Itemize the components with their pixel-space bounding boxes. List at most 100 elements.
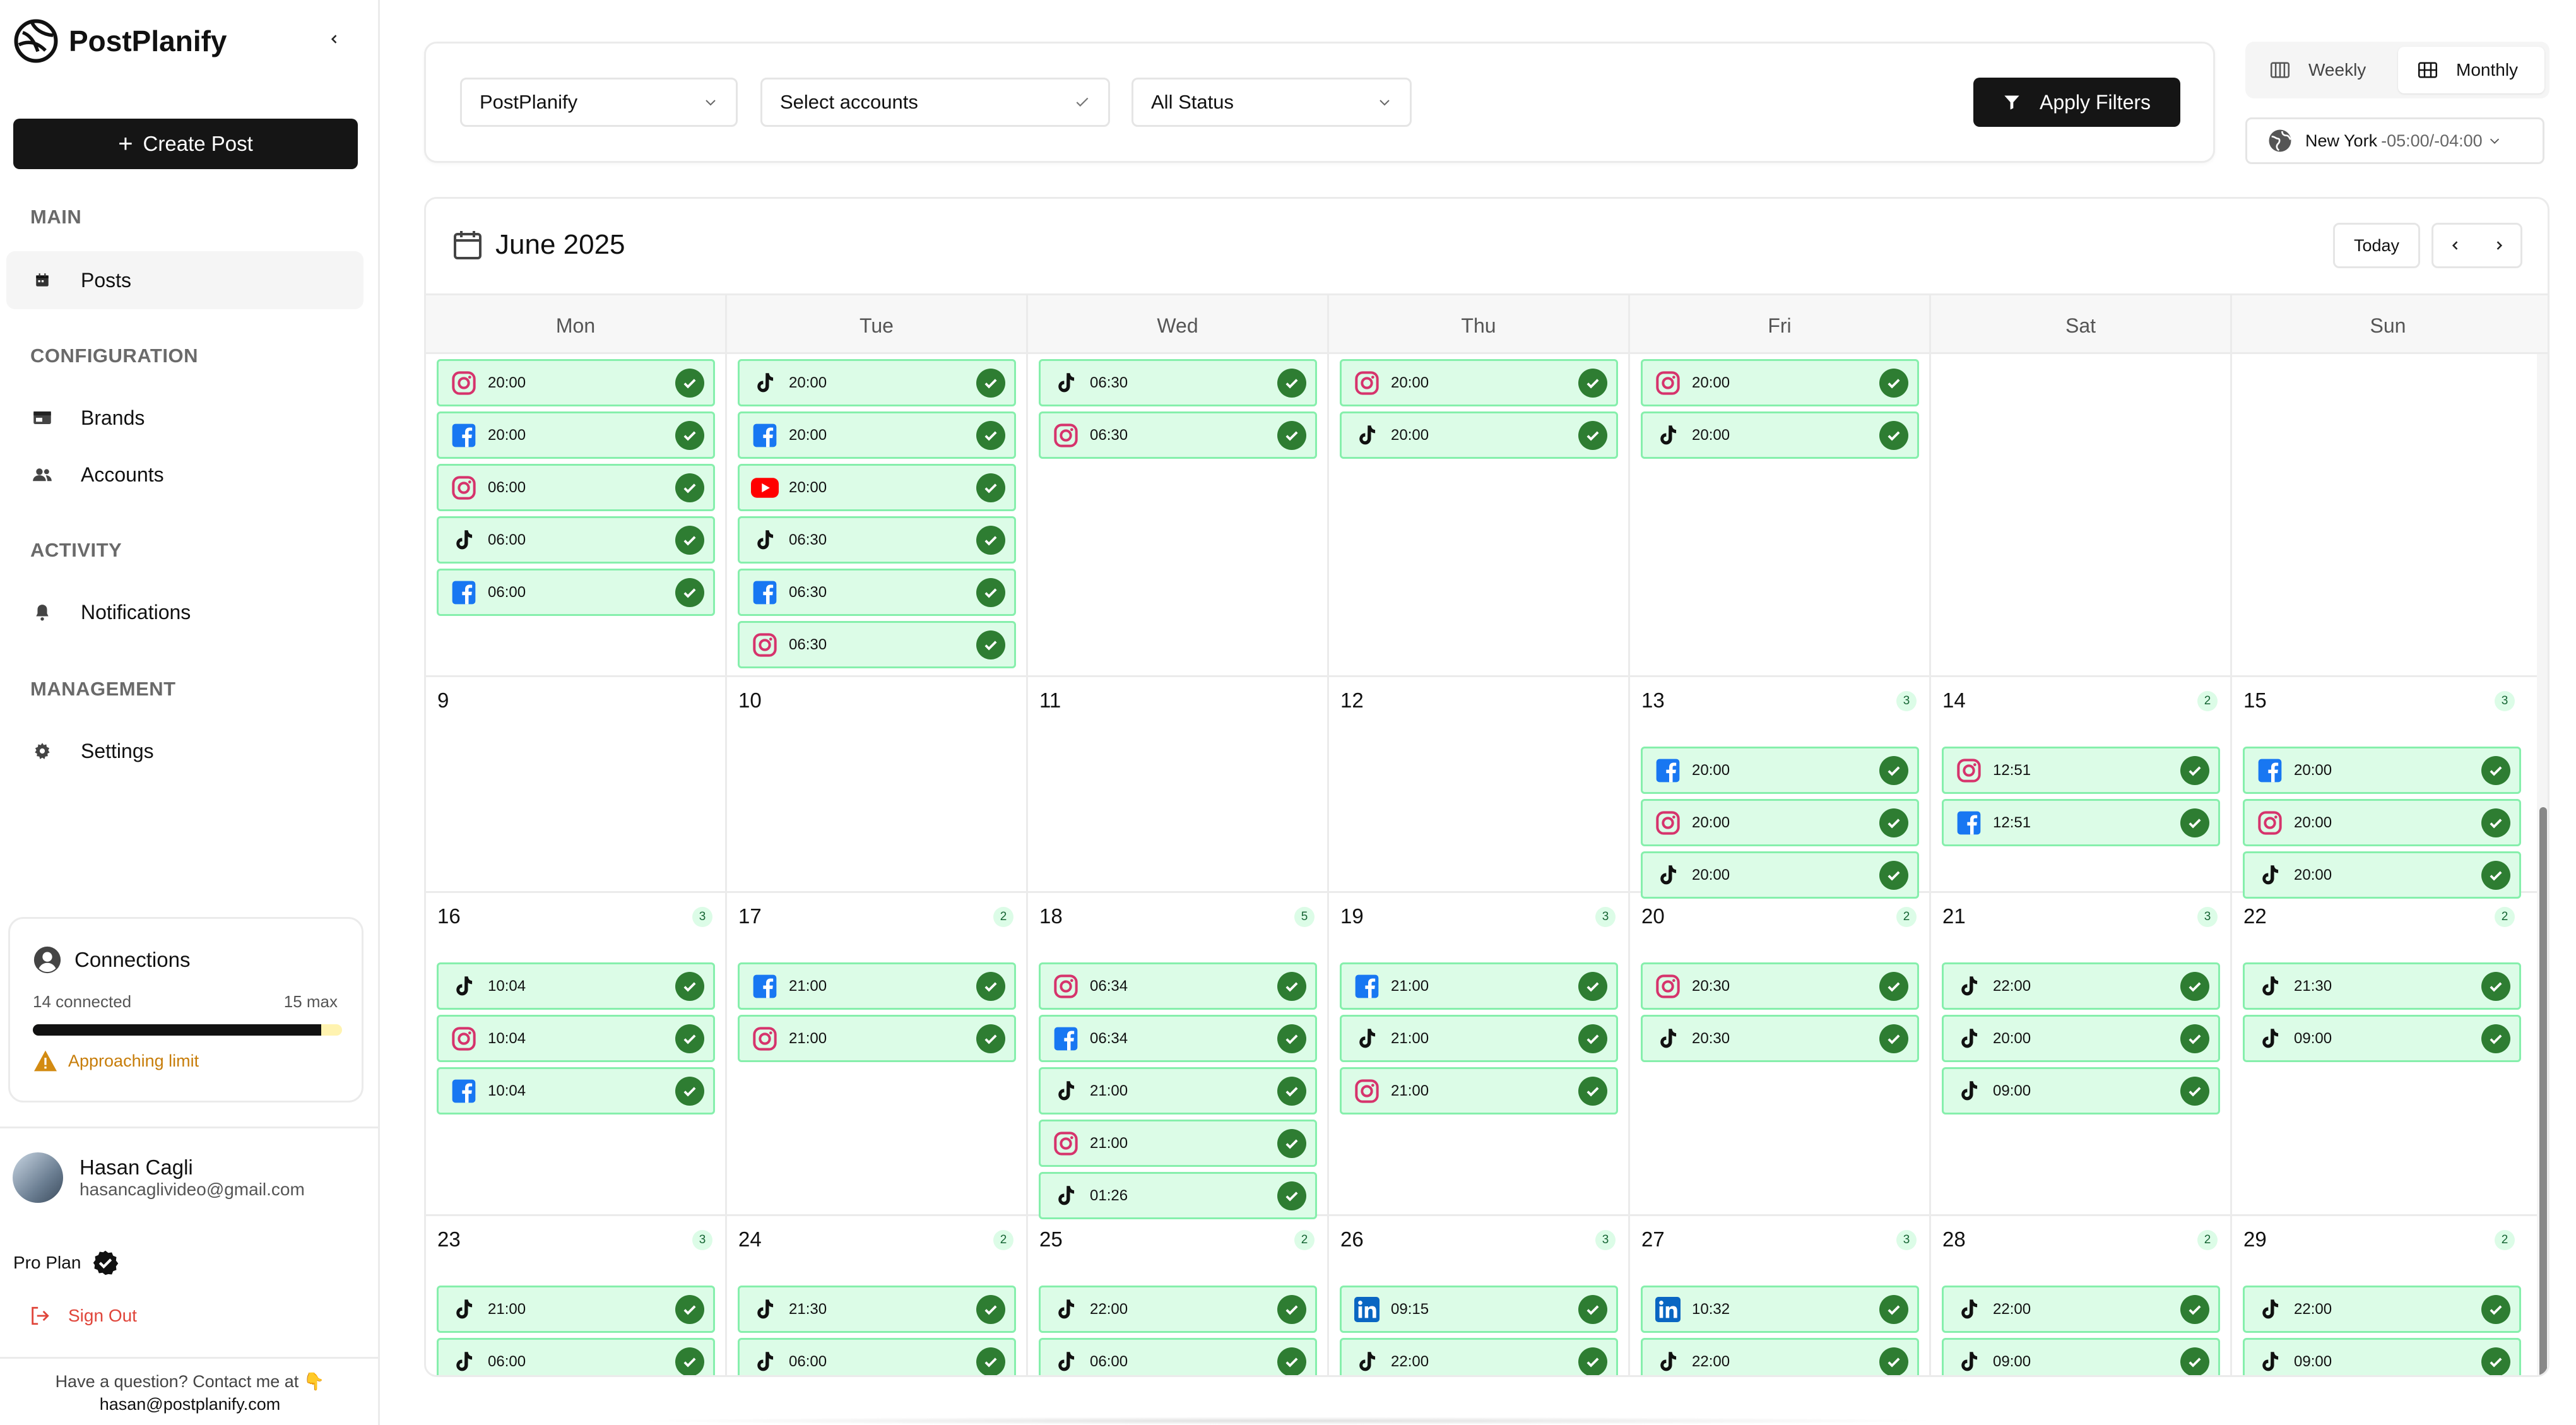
scheduled-post-tiktok[interactable]: 22:00	[1641, 1338, 1919, 1375]
calendar-day-cell[interactable]: 28 2 22:00 09:00	[1931, 1216, 2232, 1375]
help-email-link[interactable]: hasan@postplanify.com	[0, 1393, 380, 1416]
create-post-button[interactable]: + Create Post	[13, 119, 358, 169]
scheduled-post-instagram[interactable]: 20:00	[1641, 799, 1919, 846]
scheduled-post-facebook[interactable]: 06:30	[738, 569, 1016, 616]
brand-select[interactable]: PostPlanify	[460, 78, 738, 127]
scheduled-post-tiktok[interactable]: 20:00	[738, 359, 1016, 406]
calendar-day-cell[interactable]: 23 3 21:00 06:00	[426, 1216, 727, 1375]
scheduled-post-instagram[interactable]: 06:00	[437, 464, 715, 511]
timezone-select[interactable]: New York -05:00/-04:00	[2245, 117, 2544, 164]
weekly-view-button[interactable]: Weekly	[2250, 47, 2388, 93]
scheduled-post-tiktok[interactable]: 20:00	[1641, 851, 1919, 899]
scheduled-post-instagram[interactable]: 10:04	[437, 1015, 715, 1062]
scheduled-post-tiktok[interactable]: 10:04	[437, 962, 715, 1010]
calendar-day-cell[interactable]: 25 2 22:00 06:00	[1028, 1216, 1329, 1375]
scheduled-post-facebook[interactable]: 20:00	[1641, 747, 1919, 794]
scheduled-post-tiktok[interactable]: 22:00	[1942, 1286, 2220, 1333]
scheduled-post-tiktok[interactable]: 09:00	[2243, 1015, 2521, 1062]
scheduled-post-tiktok[interactable]: 21:00	[437, 1286, 715, 1333]
scheduled-post-tiktok[interactable]: 21:30	[2243, 962, 2521, 1010]
scheduled-post-tiktok[interactable]: 09:00	[2243, 1338, 2521, 1375]
scheduled-post-facebook[interactable]: 06:34	[1039, 1015, 1317, 1062]
calendar-day-cell[interactable]: 26 3 09:15 22:00	[1329, 1216, 1630, 1375]
scheduled-post-facebook[interactable]: 10:04	[437, 1067, 715, 1115]
calendar-day-cell[interactable]: 9	[426, 677, 727, 891]
calendar-day-cell[interactable]: 20 2 20:30 20:30	[1630, 893, 1931, 1214]
scheduled-post-facebook[interactable]: 12:51	[1942, 799, 2220, 846]
scheduled-post-tiktok[interactable]: 22:00	[1039, 1286, 1317, 1333]
apply-filters-button[interactable]: Apply Filters	[1973, 78, 2180, 127]
scheduled-post-instagram[interactable]: 21:00	[1340, 1067, 1618, 1115]
scrollbar-thumb[interactable]	[2539, 807, 2547, 1375]
scheduled-post-instagram[interactable]: 20:00	[1340, 359, 1618, 406]
user-profile[interactable]: Hasan Cagli hasancaglivideo@gmail.com	[13, 1152, 305, 1203]
accounts-select[interactable]: Select accounts	[760, 78, 1110, 127]
scheduled-post-instagram[interactable]: 06:30	[1039, 411, 1317, 459]
scheduled-post-tiktok[interactable]: 22:00	[1340, 1338, 1618, 1375]
calendar-day-cell[interactable]: 20:00 20:00 20:00 06:30 06:30 06:30	[727, 354, 1028, 675]
scheduled-post-tiktok[interactable]: 20:00	[1641, 411, 1919, 459]
sign-out-button[interactable]: Sign Out	[29, 1305, 137, 1327]
calendar-day-cell[interactable]: 15 3 20:00 20:00 20:00	[2232, 677, 2527, 899]
scheduled-post-tiktok[interactable]: 06:00	[437, 1338, 715, 1375]
scheduled-post-tiktok[interactable]: 09:00	[1942, 1067, 2220, 1115]
calendar-day-cell[interactable]: 20:00 20:00	[1630, 354, 1931, 675]
calendar-day-cell[interactable]	[1931, 354, 2232, 675]
scheduled-post-linkedin[interactable]: 10:32	[1641, 1286, 1919, 1333]
calendar-day-cell[interactable]: 10	[727, 677, 1028, 891]
calendar-day-cell[interactable]: 20:00 20:00	[1329, 354, 1630, 675]
calendar-scrollbar[interactable]	[2537, 354, 2548, 1375]
scheduled-post-instagram[interactable]: 20:00	[437, 359, 715, 406]
calendar-day-cell[interactable]: 06:30 06:30	[1028, 354, 1329, 675]
brand[interactable]: PostPlanify	[13, 16, 227, 66]
calendar-day-cell[interactable]: 13 3 20:00 20:00 20:00	[1630, 677, 1931, 899]
scheduled-post-youtube[interactable]: 20:00	[738, 464, 1016, 511]
scheduled-post-tiktok[interactable]: 20:00	[1942, 1015, 2220, 1062]
today-button[interactable]: Today	[2333, 223, 2420, 268]
scheduled-post-tiktok[interactable]: 21:00	[1039, 1067, 1317, 1115]
scheduled-post-instagram[interactable]: 21:00	[1039, 1120, 1317, 1167]
sidebar-item-notifications[interactable]: Notifications	[6, 583, 363, 641]
scheduled-post-instagram[interactable]: 20:00	[2243, 799, 2521, 846]
calendar-day-cell[interactable]: 14 2 12:51 12:51	[1931, 677, 2232, 891]
scheduled-post-facebook[interactable]: 20:00	[2243, 747, 2521, 794]
scheduled-post-tiktok[interactable]: 22:00	[1942, 962, 2220, 1010]
calendar-day-cell[interactable]: 18 5 06:34 06:34 21:00 21:00 01:26	[1028, 893, 1329, 1219]
calendar-day-cell[interactable]: 24 2 21:30 06:00	[727, 1216, 1028, 1375]
calendar-day-cell[interactable]: 11	[1028, 677, 1329, 891]
calendar-day-cell[interactable]: 19 3 21:00 21:00 21:00	[1329, 893, 1630, 1214]
sidebar-item-settings[interactable]: Settings	[6, 722, 363, 780]
collapse-sidebar-button[interactable]	[321, 25, 348, 53]
previous-month-button[interactable]	[2433, 225, 2477, 266]
scheduled-post-instagram[interactable]: 21:00	[738, 1015, 1016, 1062]
scheduled-post-tiktok[interactable]: 06:30	[1039, 359, 1317, 406]
next-month-button[interactable]	[2477, 225, 2520, 266]
scheduled-post-instagram[interactable]: 20:30	[1641, 962, 1919, 1010]
scheduled-post-tiktok[interactable]: 22:00	[2243, 1286, 2521, 1333]
scheduled-post-tiktok[interactable]: 20:30	[1641, 1015, 1919, 1062]
calendar-day-cell[interactable]: 20:00 20:00 06:00 06:00 06:00	[426, 354, 727, 675]
scheduled-post-instagram[interactable]: 06:34	[1039, 962, 1317, 1010]
scheduled-post-facebook[interactable]: 06:00	[437, 569, 715, 616]
monthly-view-button[interactable]: Monthly	[2398, 47, 2544, 93]
calendar-day-cell[interactable]: 16 3 10:04 10:04 10:04	[426, 893, 727, 1214]
status-select[interactable]: All Status	[1131, 78, 1412, 127]
scheduled-post-tiktok[interactable]: 20:00	[1340, 411, 1618, 459]
scheduled-post-tiktok[interactable]: 20:00	[2243, 851, 2521, 899]
scheduled-post-tiktok[interactable]: 21:30	[738, 1286, 1016, 1333]
scheduled-post-facebook[interactable]: 21:00	[738, 962, 1016, 1010]
calendar-day-cell[interactable]: 21 3 22:00 20:00 09:00	[1931, 893, 2232, 1214]
calendar-day-cell[interactable]: 27 3 10:32 22:00	[1630, 1216, 1931, 1375]
sidebar-item-posts[interactable]: Posts	[6, 251, 363, 309]
calendar-day-cell[interactable]: 22 2 21:30 09:00	[2232, 893, 2527, 1214]
scheduled-post-facebook[interactable]: 20:00	[738, 411, 1016, 459]
calendar-day-cell[interactable]: 12	[1329, 677, 1630, 891]
scheduled-post-tiktok[interactable]: 06:00	[1039, 1338, 1317, 1375]
sidebar-item-brands[interactable]: Brands	[6, 389, 363, 447]
scheduled-post-instagram[interactable]: 20:00	[1641, 359, 1919, 406]
scheduled-post-tiktok[interactable]: 06:30	[738, 516, 1016, 564]
scheduled-post-instagram[interactable]: 06:30	[738, 621, 1016, 668]
scheduled-post-tiktok[interactable]: 01:26	[1039, 1172, 1317, 1219]
scheduled-post-instagram[interactable]: 12:51	[1942, 747, 2220, 794]
scheduled-post-tiktok[interactable]: 06:00	[437, 516, 715, 564]
